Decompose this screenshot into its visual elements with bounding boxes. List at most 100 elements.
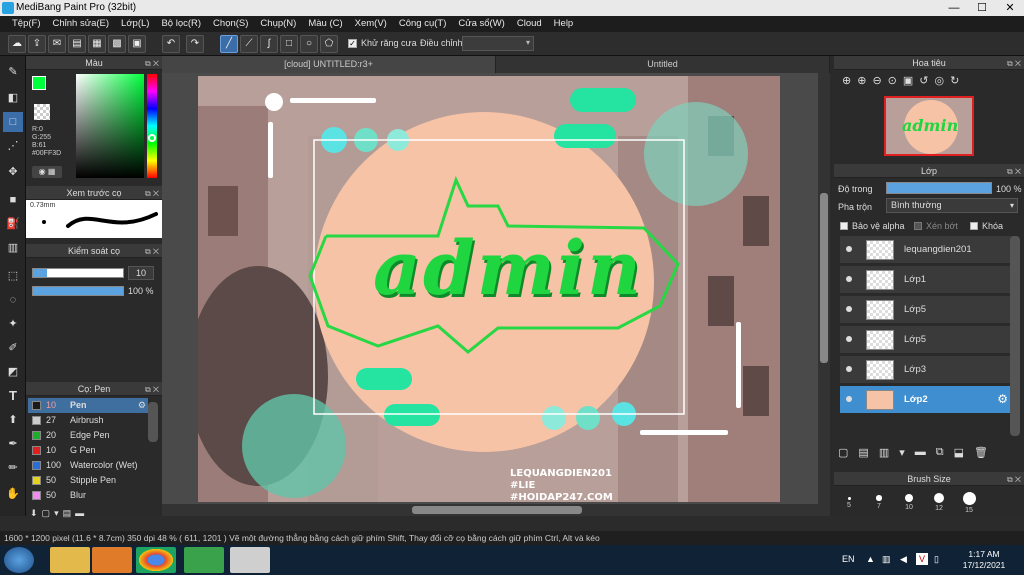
vietkey-icon[interactable]: V (916, 553, 928, 565)
transparent-swatch[interactable] (34, 104, 50, 120)
layer-item[interactable]: Lớp2 ⚙ (840, 386, 1012, 414)
brush-menu-icon[interactable]: ▾ (54, 508, 59, 524)
menu-select[interactable]: Chọn(S) (207, 16, 254, 32)
brush-list-item[interactable]: 10 Pen ⚙ (28, 398, 148, 413)
chrome-icon[interactable] (136, 547, 176, 573)
share-icon[interactable]: ⇪ (28, 35, 46, 53)
panel-options-icon[interactable]: ⧉ ✕ (1007, 165, 1021, 179)
pen-nib-tool-icon[interactable]: ✏ (3, 458, 23, 478)
color-history-icon[interactable]: ◉ ▦ (32, 166, 62, 178)
select-rect-tool-icon[interactable]: ⬚ (3, 266, 23, 286)
clip-checkbox[interactable] (914, 222, 922, 230)
brush-list-item[interactable]: 50 Stipple Pen (28, 473, 148, 488)
new-layer-1bit-icon[interactable]: ▥ (879, 446, 889, 459)
brush-tool-icon[interactable]: ✎ (3, 62, 23, 82)
protect-alpha-checkbox[interactable] (840, 222, 848, 230)
close-button[interactable]: ✕ (996, 0, 1024, 16)
layer-item[interactable]: Lớp5 (840, 326, 1012, 354)
zoom-in-alt-icon[interactable]: ⊕ (857, 74, 866, 87)
menu-snap[interactable]: Chụp(N) (254, 16, 302, 32)
language-indicator[interactable]: EN (842, 554, 855, 564)
vertical-scrollbar[interactable] (818, 73, 830, 516)
add-layer-menu-icon[interactable]: ▾ (899, 446, 905, 459)
layer-item[interactable]: lequangdien201 (840, 236, 1012, 264)
menu-edit[interactable]: Chỉnh sửa(E) (47, 16, 116, 32)
brush-list-item[interactable]: 27 Airbrush (28, 413, 148, 428)
document-icon[interactable]: ▤ (68, 35, 86, 53)
network-icon[interactable]: ▥ (882, 554, 891, 565)
operation-tool-icon[interactable]: ⬆ (3, 410, 23, 430)
brush-size-slider[interactable] (32, 268, 124, 278)
layer-folder-icon[interactable]: ▬ (915, 446, 926, 459)
battery-icon[interactable]: ▯ (934, 554, 939, 565)
menu-tools[interactable]: Công cụ(T) (393, 16, 453, 32)
move-tool-icon[interactable]: ✥ (3, 162, 23, 182)
menu-filter[interactable]: Bộ lọc(R) (155, 16, 207, 32)
fit-screen-icon[interactable]: ▣ (903, 74, 913, 87)
cloud-brush-icon[interactable]: ⬇ (30, 508, 38, 524)
shape-tool-icon[interactable]: □ (3, 112, 23, 132)
tray-up-icon[interactable]: ▲ (866, 554, 875, 564)
magic-wand-tool-icon[interactable]: ✦ (3, 314, 23, 334)
brush-size-preset[interactable]: 5 (834, 488, 864, 516)
panel-options-icon[interactable]: ⧉ ✕ (145, 187, 159, 201)
panel-options-icon[interactable]: ⧉ ✕ (1007, 473, 1021, 487)
visibility-icon[interactable] (846, 306, 852, 312)
rotate-left-icon[interactable]: ↺ (919, 74, 928, 87)
layer-item[interactable]: Lớp5 (840, 296, 1012, 324)
artwork-canvas[interactable]: admin LEQUANGDIEN201 #LIE #HOIDAP247.COM (198, 76, 780, 502)
rotate-right-icon[interactable]: ↻ (950, 74, 959, 87)
dot-tool-icon[interactable]: ⋰ (3, 136, 23, 156)
merge-layer-icon[interactable]: ⬓ (954, 446, 964, 459)
lock-checkbox[interactable] (970, 222, 978, 230)
brush-list-item[interactable]: 20 Edge Pen (28, 428, 148, 443)
text-tool-icon[interactable]: T (3, 386, 23, 406)
menu-window[interactable]: Cửa sổ(W) (452, 16, 510, 32)
navigator-thumbnail[interactable]: admin (884, 96, 974, 156)
hue-slider[interactable] (147, 74, 157, 178)
tab-cloud-untitled[interactable]: [cloud] UNTITLED:r3+ (162, 56, 496, 73)
maximize-button[interactable]: ☐ (968, 0, 996, 16)
medibang-taskbar-icon[interactable] (230, 547, 270, 573)
blend-mode-dropdown[interactable]: Bình thường ▾ (886, 198, 1018, 213)
layer-item[interactable]: Lớp1 (840, 266, 1012, 294)
visibility-icon[interactable] (846, 276, 852, 282)
layer-item[interactable]: Lớp3 (840, 356, 1012, 384)
select-pen-tool-icon[interactable]: ✐ (3, 338, 23, 358)
layer-opacity-slider[interactable] (886, 182, 992, 194)
adjust-dropdown[interactable]: ▾ (462, 36, 534, 51)
cloud-icon[interactable]: ☁ (8, 35, 26, 53)
menu-view[interactable]: Xem(V) (349, 16, 393, 32)
menu-layer[interactable]: Lớp(L) (115, 16, 155, 32)
saturation-value-square[interactable] (76, 74, 144, 178)
tab-untitled[interactable]: Untitled (496, 56, 830, 73)
brush-list-item[interactable]: 10 G Pen (28, 443, 148, 458)
new-layer-icon[interactable]: ▢ (838, 446, 848, 459)
hand-tool-icon[interactable]: ✋ (3, 484, 23, 504)
brush-size-preset[interactable]: 12 (924, 488, 954, 516)
clock[interactable]: 1:17 AM 17/12/2021 (956, 549, 1012, 571)
brush-folder-icon[interactable]: ▬ (75, 508, 84, 524)
eyedropper-tool-icon[interactable]: ✒ (3, 434, 23, 454)
duplicate-layer-icon[interactable]: ⧉ (936, 446, 944, 459)
horizontal-scrollbar[interactable] (162, 504, 818, 516)
ellipse-tool-icon[interactable]: ○ (300, 35, 318, 53)
panel-options-icon[interactable]: ⧉ ✕ (145, 245, 159, 259)
hue-handle[interactable] (148, 134, 156, 142)
panel-icon[interactable]: ▣ (128, 35, 146, 53)
new-brush-icon[interactable]: ▢ (42, 508, 51, 524)
brush-copy-icon[interactable]: ▤ (63, 508, 72, 524)
volume-icon[interactable]: ◀ (900, 554, 907, 565)
brush-list-scrollbar[interactable] (148, 402, 158, 442)
undo-icon[interactable]: ↶ (162, 35, 180, 53)
brush-size-preset[interactable]: 15 (954, 488, 984, 516)
media-player-icon[interactable] (92, 547, 132, 573)
curve-tool-icon[interactable]: ∫ (260, 35, 278, 53)
brush-list-item[interactable]: 50 Blur (28, 488, 148, 503)
line-tool-icon[interactable]: ╱ (220, 35, 238, 53)
fill-rect-tool-icon[interactable]: ■ (3, 190, 23, 210)
menu-help[interactable]: Help (548, 16, 580, 32)
start-button[interactable] (4, 547, 34, 573)
visibility-icon[interactable] (846, 336, 852, 342)
panel-options-icon[interactable]: ⧉ ✕ (145, 57, 159, 71)
